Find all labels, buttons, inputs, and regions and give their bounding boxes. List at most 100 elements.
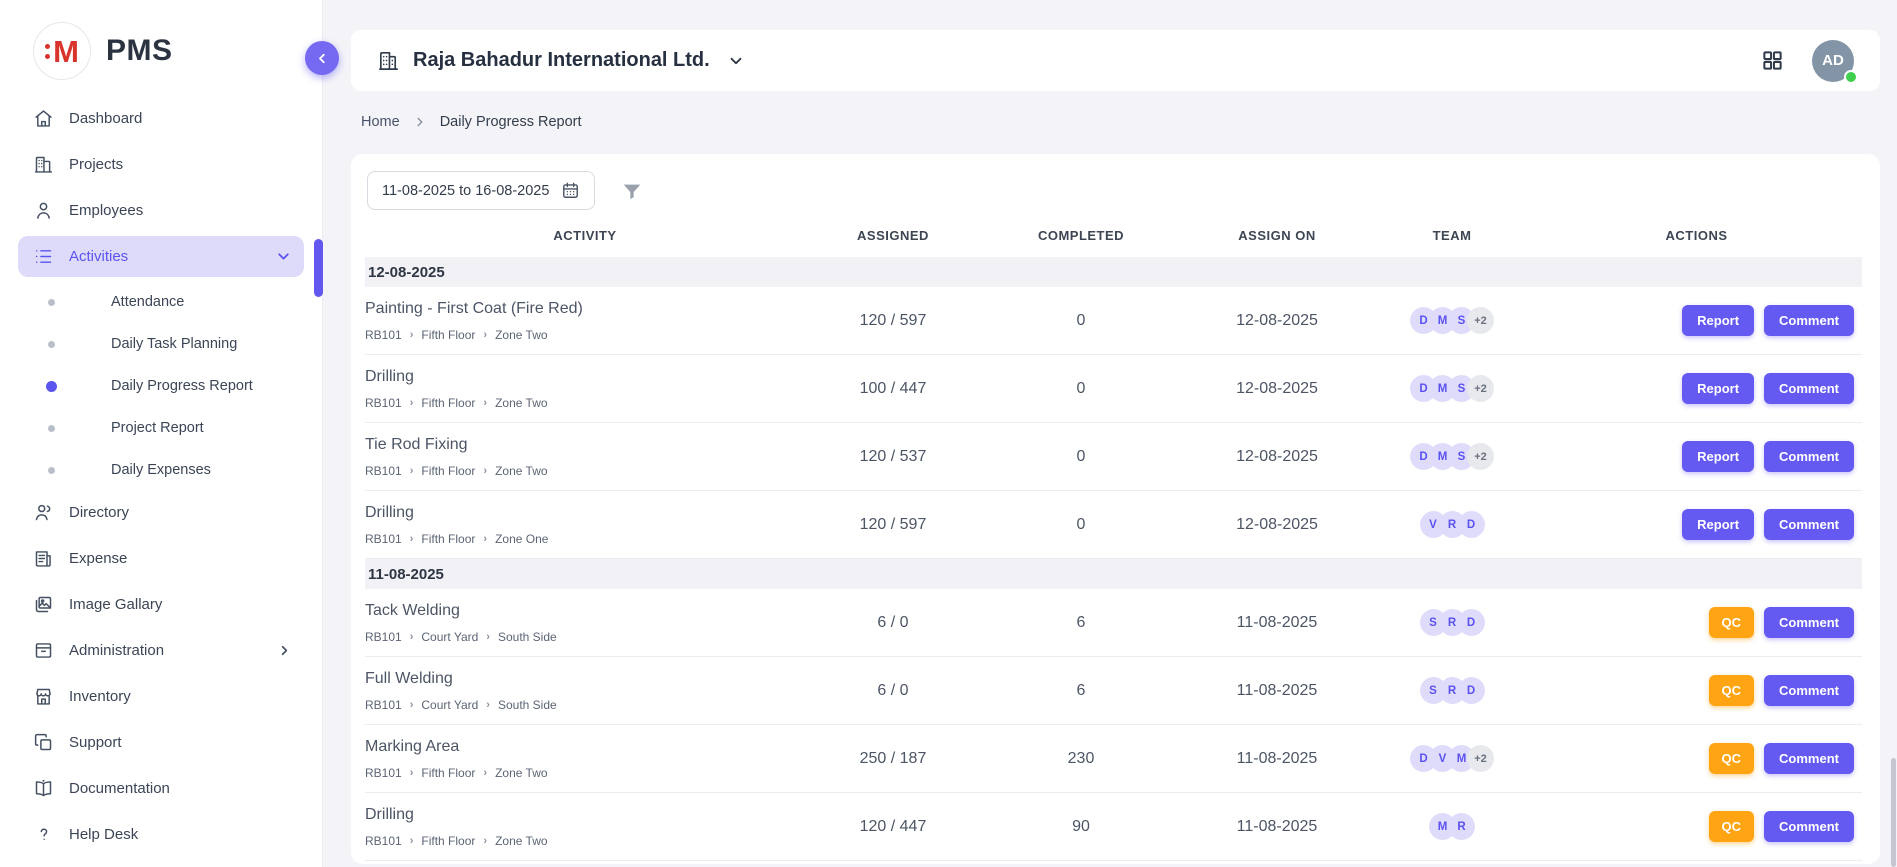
sidebar-subitem-label: Daily Expenses	[111, 462, 211, 478]
path-segment: RB101	[365, 532, 402, 546]
path-segment: Zone Two	[495, 766, 547, 780]
team-avatars: DMS+2	[1373, 307, 1531, 334]
completed-value: 0	[981, 312, 1181, 330]
comment-button[interactable]: Comment	[1764, 811, 1854, 842]
comment-button[interactable]: Comment	[1764, 675, 1854, 706]
activity-cell: Painting - First Coat (Fire Red)RB101›Fi…	[365, 300, 805, 342]
comment-button[interactable]: Comment	[1764, 509, 1854, 540]
activity-path: RB101›Fifth Floor›Zone Two	[365, 464, 805, 478]
sidebar-collapse-button[interactable]	[305, 41, 339, 75]
sidebar-item-directory[interactable]: Directory	[18, 492, 304, 533]
sidebar-item-documentation[interactable]: Documentation	[18, 768, 304, 809]
qc-button[interactable]: QC	[1709, 811, 1755, 842]
assigned-value: 120 / 447	[805, 818, 981, 836]
activity-cell: Marking AreaRB101›Fifth Floor›Zone Two	[365, 738, 805, 780]
report-button[interactable]: Report	[1682, 305, 1754, 336]
activity-path: RB101›Fifth Floor›Zone Two	[365, 766, 805, 780]
chevron-right-icon: ›	[410, 631, 414, 643]
completed-value: 0	[981, 516, 1181, 534]
sidebar-item-label: Directory	[69, 504, 129, 521]
team-extra-count[interactable]: +2	[1467, 745, 1494, 772]
team-member-avatar[interactable]: D	[1458, 677, 1485, 704]
sidebar-subitem-label: Project Report	[111, 420, 204, 436]
activity-cell: Tie Rod FixingRB101›Fifth Floor›Zone Two	[365, 436, 805, 478]
comment-button[interactable]: Comment	[1764, 441, 1854, 472]
activity-cell: DrillingRB101›Fifth Floor›Zone One	[365, 504, 805, 546]
qc-button[interactable]: QC	[1709, 607, 1755, 638]
team-extra-count[interactable]: +2	[1467, 443, 1494, 470]
row-actions: Report Comment	[1531, 373, 1862, 404]
path-segment: RB101	[365, 834, 402, 848]
activity-path: RB101›Fifth Floor›Zone Two	[365, 834, 805, 848]
apps-grid-button[interactable]	[1761, 49, 1784, 72]
row-actions: Report Comment	[1531, 509, 1862, 540]
sidebar-item-inventory[interactable]: Inventory	[18, 676, 304, 717]
sidebar-item-expense[interactable]: Expense	[18, 538, 304, 579]
chevron-right-icon: ›	[486, 631, 490, 643]
filter-button[interactable]	[621, 180, 643, 202]
comment-button[interactable]: Comment	[1764, 373, 1854, 404]
team-avatars: SRD	[1373, 677, 1531, 704]
team-member-avatar[interactable]: D	[1458, 609, 1485, 636]
sidebar-item-activities[interactable]: Activities	[18, 236, 304, 277]
table-row: Tie Rod FixingRB101›Fifth Floor›Zone Two…	[365, 423, 1862, 491]
chevron-right-icon: ›	[483, 329, 487, 341]
team-extra-count[interactable]: +2	[1467, 375, 1494, 402]
date-range-input[interactable]: 11-08-2025 to 16-08-2025	[367, 171, 595, 210]
assigned-value: 250 / 187	[805, 750, 981, 768]
assign-on-value: 12-08-2025	[1181, 516, 1373, 534]
sidebar-subitem-attendance[interactable]: Attendance	[18, 282, 304, 322]
sidebar-subitem-daily-task-planning[interactable]: Daily Task Planning	[18, 324, 304, 364]
path-segment: RB101	[365, 396, 402, 410]
team-member-avatar[interactable]: R	[1448, 813, 1475, 840]
date-range-value: 11-08-2025 to 16-08-2025	[382, 183, 549, 199]
sidebar-item-employees[interactable]: Employees	[18, 190, 304, 231]
table-body: 12-08-2025 Painting - First Coat (Fire Re…	[365, 257, 1862, 861]
sidebar-subitem-daily-expenses[interactable]: Daily Expenses	[18, 450, 304, 490]
sidebar-item-image-gallary[interactable]: Image Gallary	[18, 584, 304, 625]
chevron-right-icon: ›	[483, 767, 487, 779]
activity-path: RB101›Fifth Floor›Zone Two	[365, 328, 805, 342]
book-icon	[32, 778, 54, 799]
sidebar-item-support[interactable]: Support	[18, 722, 304, 763]
assigned-value: 6 / 0	[805, 682, 981, 700]
sidebar-subitem-project-report[interactable]: Project Report	[18, 408, 304, 448]
comment-button[interactable]: Comment	[1764, 607, 1854, 638]
date-group-header: 11-08-2025	[365, 559, 1862, 589]
completed-value: 90	[981, 818, 1181, 836]
company-selector[interactable]: Raja Bahadur International Ltd.	[377, 49, 745, 72]
page-scrollbar[interactable]	[1891, 758, 1896, 867]
main-area: Raja Bahadur International Ltd. AD Home …	[323, 0, 1897, 867]
team-avatars: MR	[1373, 813, 1531, 840]
path-segment: Court Yard	[421, 630, 478, 644]
user-avatar[interactable]: AD	[1812, 40, 1854, 82]
sidebar-item-help-desk[interactable]: Help Desk	[18, 814, 304, 855]
assigned-value: 120 / 597	[805, 516, 981, 534]
sidebar-item-label: Inventory	[69, 688, 131, 705]
chevron-right-icon: ›	[410, 533, 414, 545]
team-extra-count[interactable]: +2	[1467, 307, 1494, 334]
activity-path: RB101›Fifth Floor›Zone One	[365, 532, 805, 546]
sidebar-item-label: Administration	[69, 642, 164, 659]
report-button[interactable]: Report	[1682, 373, 1754, 404]
activity-name: Full Welding	[365, 670, 805, 688]
sidebar-item-dashboard[interactable]: Dashboard	[18, 98, 304, 139]
chevron-right-icon: ›	[483, 533, 487, 545]
sidebar-item-administration[interactable]: Administration	[18, 630, 304, 671]
sidebar-subitem-daily-progress-report[interactable]: Daily Progress Report	[18, 366, 304, 406]
qc-button[interactable]: QC	[1709, 675, 1755, 706]
header-right: AD	[1761, 40, 1854, 82]
path-segment: Court Yard	[421, 698, 478, 712]
qc-button[interactable]: QC	[1709, 743, 1755, 774]
sidebar-item-projects[interactable]: Projects	[18, 144, 304, 185]
breadcrumb-home[interactable]: Home	[361, 114, 400, 130]
logo-icon: M	[33, 22, 91, 80]
report-button[interactable]: Report	[1682, 441, 1754, 472]
assign-on-value: 11-08-2025	[1181, 682, 1373, 700]
team-member-avatar[interactable]: D	[1458, 511, 1485, 538]
chevron-right-icon: ›	[483, 835, 487, 847]
calendar-icon	[561, 181, 580, 200]
report-button[interactable]: Report	[1682, 509, 1754, 540]
comment-button[interactable]: Comment	[1764, 305, 1854, 336]
comment-button[interactable]: Comment	[1764, 743, 1854, 774]
